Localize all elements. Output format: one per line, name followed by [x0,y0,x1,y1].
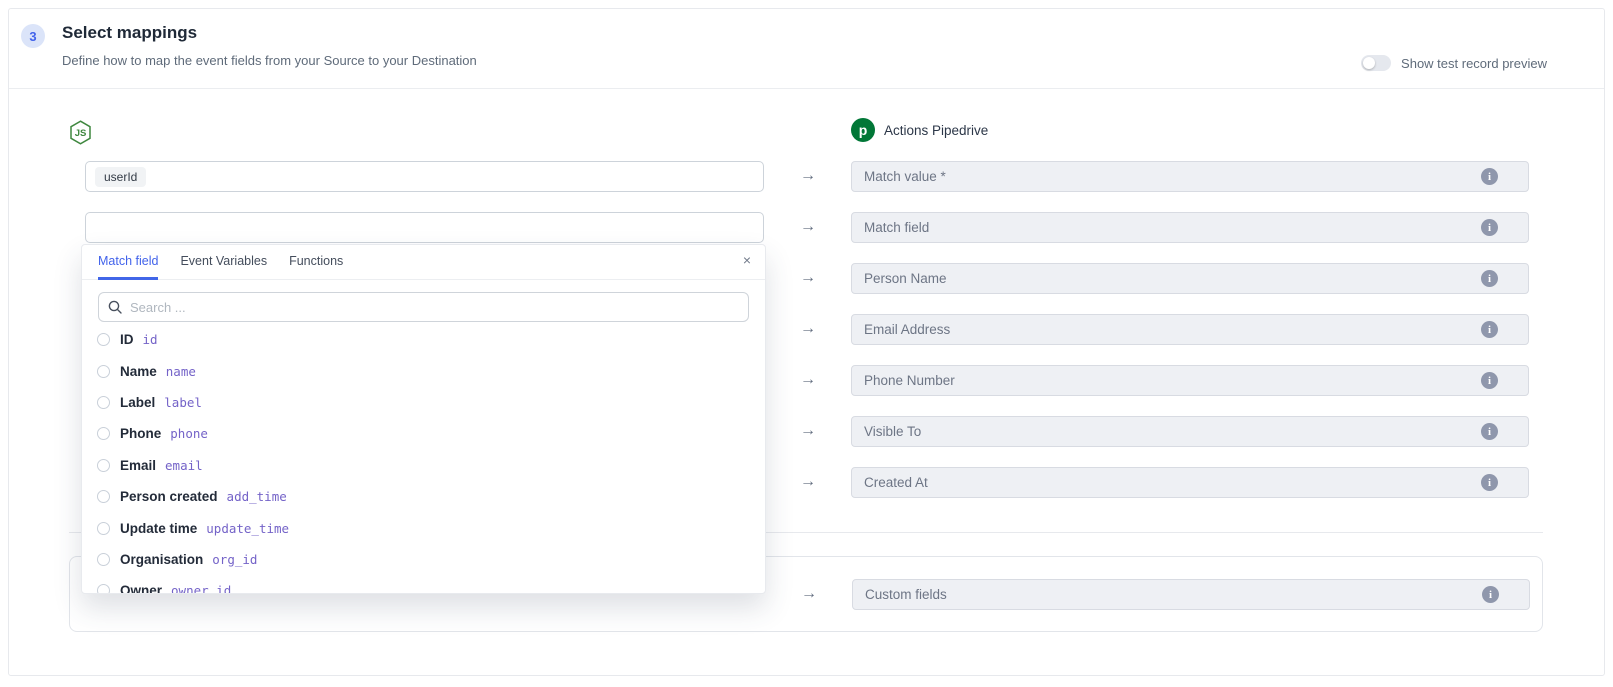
arrow-icon: → [800,212,816,243]
field-option-phone[interactable]: Phone phone [82,418,765,449]
field-option-owner[interactable]: Owner owner_id [82,575,765,594]
destination-field[interactable]: Email Address i [851,314,1529,345]
tab-event-variables[interactable]: Event Variables [180,245,267,280]
panel-header: 3 Select mappings Define how to map the … [9,9,1604,89]
info-icon[interactable]: i [1481,168,1498,185]
info-icon[interactable]: i [1481,372,1498,389]
field-option-email[interactable]: Email email [82,450,765,481]
toggle-knob [1363,57,1375,69]
info-icon[interactable]: i [1481,270,1498,287]
radio-icon[interactable] [97,584,110,594]
close-icon[interactable]: × [743,253,751,267]
source-field-input[interactable]: userId [85,161,764,192]
destination-field[interactable]: Created At i [851,467,1529,498]
radio-icon[interactable] [97,459,110,472]
select-mappings-panel: 3 Select mappings Define how to map the … [8,8,1605,676]
nodejs-icon: JS [69,120,92,150]
source-field-input[interactable] [85,212,764,243]
info-icon[interactable]: i [1482,586,1499,603]
search-box [98,292,749,322]
field-picker-dropdown: Match field Event Variables Functions × … [81,244,766,594]
dropdown-tab-bar: Match field Event Variables Functions [82,245,765,280]
step-number-badge: 3 [21,24,45,48]
info-icon[interactable]: i [1481,474,1498,491]
field-option-name[interactable]: Name name [82,355,765,386]
radio-icon[interactable] [97,396,110,409]
field-option-list: ID id Name name Label label Phone phone … [82,324,765,594]
field-option-update-time[interactable]: Update time update_time [82,512,765,543]
tab-match-field[interactable]: Match field [98,245,158,280]
radio-icon[interactable] [97,490,110,503]
field-option-id[interactable]: ID id [82,324,765,355]
source-value-chip[interactable]: userId [95,167,146,187]
show-test-record-toggle[interactable] [1361,55,1391,71]
destination-header: p Actions Pipedrive [851,118,988,142]
destination-field[interactable]: Match value * i [851,161,1529,192]
destination-field[interactable]: Match field i [851,212,1529,243]
radio-icon[interactable] [97,522,110,535]
custom-fields-field[interactable]: Custom fields i [852,579,1530,610]
arrow-icon: → [800,365,816,396]
svg-text:JS: JS [75,128,87,139]
radio-icon[interactable] [97,553,110,566]
destination-field[interactable]: Person Name i [851,263,1529,294]
info-icon[interactable]: i [1481,321,1498,338]
destination-name: Actions Pipedrive [884,123,988,138]
page-subtitle: Define how to map the event fields from … [62,53,477,68]
arrow-icon: → [800,263,816,294]
radio-icon[interactable] [97,333,110,346]
field-option-person-created[interactable]: Person created add_time [82,481,765,512]
arrow-icon: → [801,579,817,610]
arrow-icon: → [800,467,816,498]
radio-icon[interactable] [97,427,110,440]
destination-field[interactable]: Phone Number i [851,365,1529,396]
mapping-row: userId → Match value * i [9,161,1604,192]
search-input[interactable] [130,300,739,315]
pipedrive-logo-icon: p [851,118,875,142]
mapping-row: → Match field i [9,212,1604,243]
arrow-icon: → [800,416,816,447]
info-icon[interactable]: i [1481,423,1498,440]
toggle-label: Show test record preview [1401,56,1547,71]
arrow-icon: → [800,161,816,192]
field-option-organisation[interactable]: Organisation org_id [82,544,765,575]
tab-functions[interactable]: Functions [289,245,343,280]
field-option-label[interactable]: Label label [82,387,765,418]
info-icon[interactable]: i [1481,219,1498,236]
page-title: Select mappings [62,23,197,43]
search-icon [108,300,122,314]
arrow-icon: → [800,314,816,345]
destination-field[interactable]: Visible To i [851,416,1529,447]
radio-icon[interactable] [97,365,110,378]
